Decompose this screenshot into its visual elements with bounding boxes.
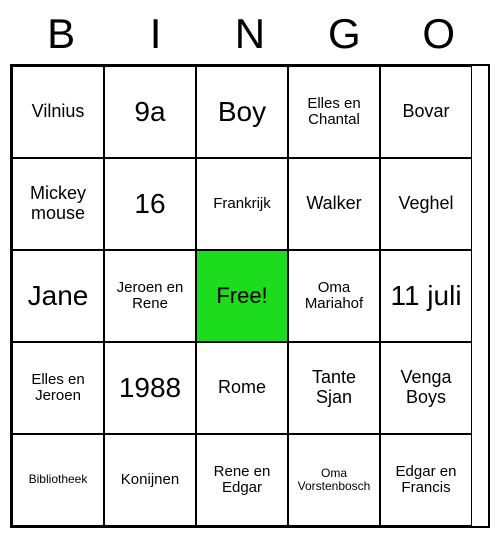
bingo-cell[interactable]: 16 bbox=[104, 158, 196, 250]
bingo-cell[interactable]: Elles en Jeroen bbox=[12, 342, 104, 434]
bingo-cell[interactable]: 11 juli bbox=[380, 250, 472, 342]
header-letter-n: N bbox=[204, 10, 296, 58]
bingo-cell[interactable]: Elles en Chantal bbox=[288, 66, 380, 158]
bingo-cell[interactable]: 1988 bbox=[104, 342, 196, 434]
bingo-cell-free[interactable]: Free! bbox=[196, 250, 288, 342]
header-letter-o: O bbox=[393, 10, 485, 58]
bingo-cell[interactable]: Veghel bbox=[380, 158, 472, 250]
header-letter-b: B bbox=[15, 10, 107, 58]
bingo-cell[interactable]: Bovar bbox=[380, 66, 472, 158]
header-letter-i: I bbox=[110, 10, 202, 58]
bingo-grid: Vilnius9aBoyElles en ChantalBovar Mickey … bbox=[10, 64, 490, 528]
bingo-cell[interactable]: Venga Boys bbox=[380, 342, 472, 434]
bingo-cell[interactable]: Konijnen bbox=[104, 434, 196, 526]
bingo-cell[interactable]: Walker bbox=[288, 158, 380, 250]
bingo-cell[interactable]: Bibliotheek bbox=[12, 434, 104, 526]
bingo-cell[interactable]: Vilnius bbox=[12, 66, 104, 158]
bingo-cell[interactable]: Mickey mouse bbox=[12, 158, 104, 250]
bingo-cell[interactable]: Rome bbox=[196, 342, 288, 434]
bingo-cell[interactable]: 9a bbox=[104, 66, 196, 158]
bingo-cell[interactable]: Frankrijk bbox=[196, 158, 288, 250]
bingo-cell[interactable]: Jane bbox=[12, 250, 104, 342]
bingo-card: B I N G O Vilnius9aBoyElles en ChantalBo… bbox=[10, 10, 490, 528]
bingo-cell[interactable]: Edgar en Francis bbox=[380, 434, 472, 526]
bingo-cell[interactable]: Oma Vorstenbosch bbox=[288, 434, 380, 526]
bingo-cell[interactable]: Tante Sjan bbox=[288, 342, 380, 434]
bingo-cell[interactable]: Rene en Edgar bbox=[196, 434, 288, 526]
bingo-header: B I N G O bbox=[10, 10, 490, 64]
bingo-cell[interactable]: Boy bbox=[196, 66, 288, 158]
header-letter-g: G bbox=[298, 10, 390, 58]
bingo-cell[interactable]: Oma Mariahof bbox=[288, 250, 380, 342]
bingo-cell[interactable]: Jeroen en Rene bbox=[104, 250, 196, 342]
